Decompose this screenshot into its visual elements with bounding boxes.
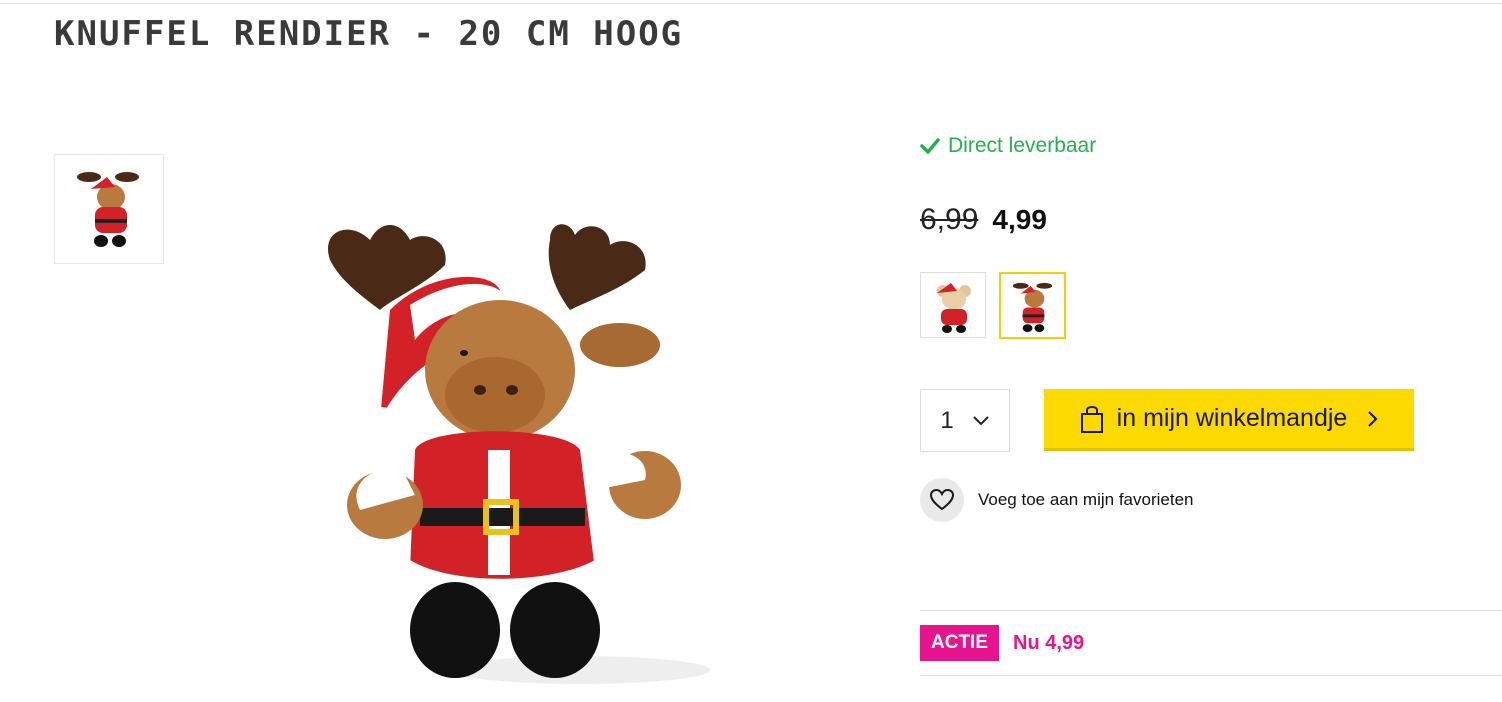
promo-badge: ACTIE — [920, 625, 999, 661]
variant-teddy-bear[interactable] — [920, 272, 986, 338]
availability-status: Direct leverbaar — [920, 134, 1096, 158]
quantity-value: 1 — [940, 406, 954, 434]
promo-divider-top — [920, 610, 1502, 611]
heart-icon — [929, 488, 955, 511]
variant-reindeer-selected[interactable] — [999, 272, 1066, 339]
gallery-thumbnail[interactable] — [54, 154, 164, 264]
favorite-button[interactable] — [920, 478, 964, 522]
teddy-bear-variant-image — [937, 283, 971, 333]
reindeer-thumbnail-image — [77, 172, 139, 247]
reindeer-variant-image — [1012, 282, 1053, 333]
chevron-down-icon — [972, 415, 989, 425]
page-title: Knuffel Rendier - 20 cm hoog — [54, 14, 684, 54]
promo-divider-bottom — [920, 675, 1502, 676]
add-to-cart-label: in mijn winkelmandje — [1116, 404, 1348, 432]
availability-text: Direct leverbaar — [948, 134, 1097, 157]
check-icon — [920, 138, 940, 154]
promo-row: ACTIE Nu 4,99 — [920, 625, 1084, 661]
old-price: 6,99 — [920, 203, 979, 236]
chevron-right-icon — [1368, 410, 1378, 427]
quantity-select[interactable]: 1 — [920, 389, 1010, 452]
add-to-cart-button[interactable]: in mijn winkelmandje — [1044, 389, 1414, 451]
shopping-bag-icon — [1080, 405, 1103, 433]
add-to-favorites[interactable]: Voeg toe aan mijn favorieten — [920, 478, 1193, 522]
promo-text: Nu 4,99 — [1013, 631, 1085, 654]
price-block: 6,99 4,99 — [920, 203, 1047, 237]
favorite-label: Voeg toe aan mijn favorieten — [978, 490, 1194, 509]
top-divider — [0, 3, 1502, 4]
current-price: 4,99 — [992, 204, 1047, 235]
product-main-image — [250, 190, 750, 690]
